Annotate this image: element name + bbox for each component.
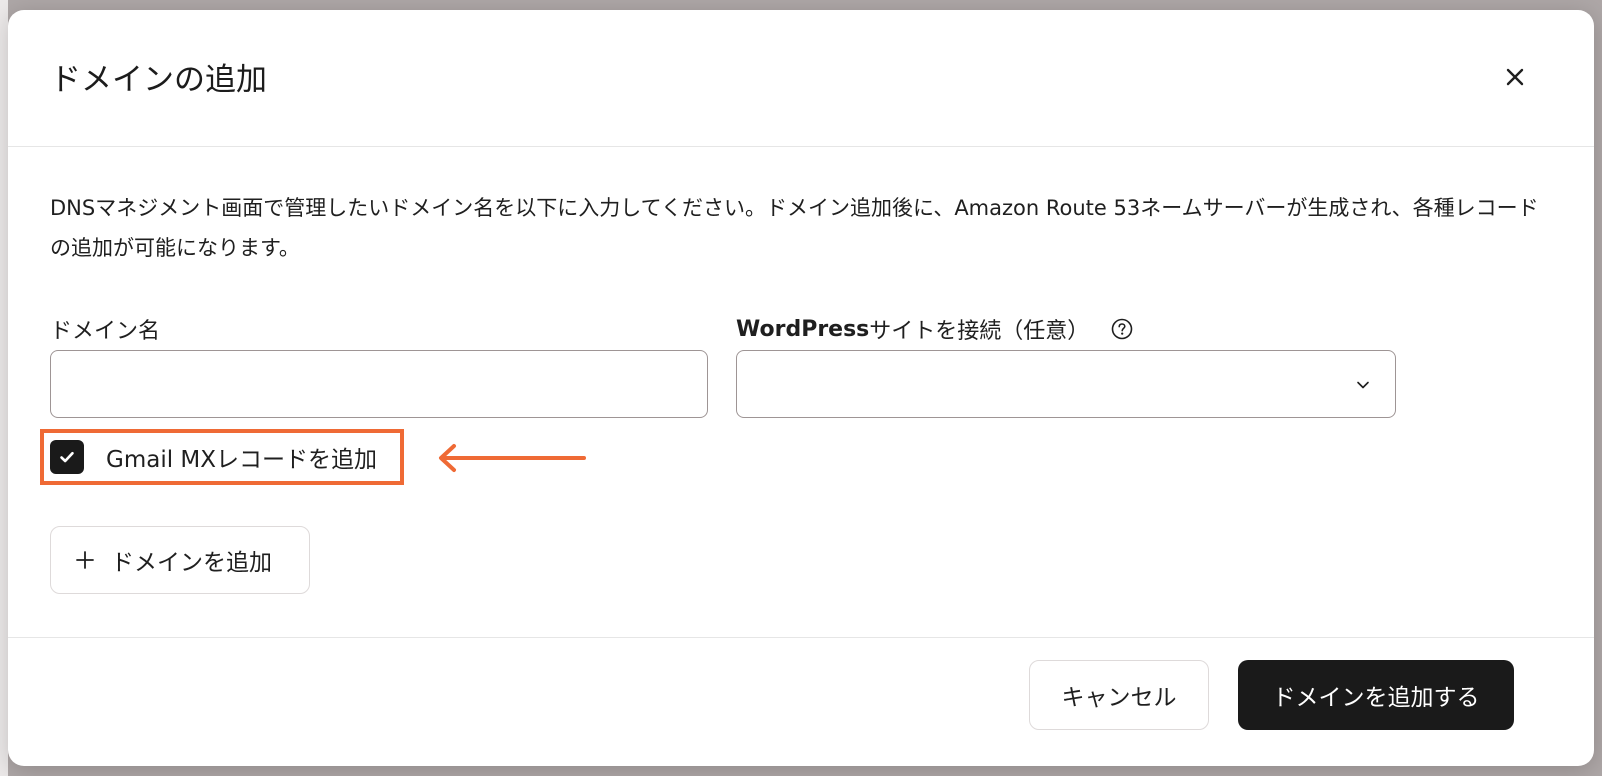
backdrop-page-edge <box>0 0 8 776</box>
gmail-mx-checkbox-row[interactable]: Gmail MXレコードを追加 <box>50 440 377 474</box>
plus-icon <box>75 550 95 570</box>
wordpress-label-suffix: サイトを接続（任意） <box>869 319 1090 344</box>
close-button[interactable] <box>1498 60 1532 94</box>
wordpress-label-prefix: WordPress <box>736 316 870 342</box>
checkmark-icon <box>60 451 74 463</box>
domain-name-input[interactable] <box>50 350 708 418</box>
question-circle-icon[interactable] <box>1111 318 1133 340</box>
domain-name-label: ドメイン名 <box>50 319 161 344</box>
dialog-footer: キャンセル ドメインを追加する <box>8 637 1594 766</box>
gmail-mx-label: Gmail MXレコードを追加 <box>106 447 378 473</box>
add-domain-row-button[interactable]: ドメインを追加 <box>50 526 310 594</box>
annotation-arrow-icon <box>439 444 586 472</box>
submit-add-domain-button[interactable]: ドメインを追加する <box>1238 660 1514 730</box>
cancel-button[interactable]: キャンセル <box>1029 660 1209 730</box>
dialog-title: ドメインの追加 <box>50 62 267 98</box>
chevron-down-icon <box>1357 381 1369 389</box>
wordpress-site-label: WordPress サイトを接続（任意） <box>736 313 1133 345</box>
add-domain-dialog: ドメインの追加 DNSマネジメント画面で管理したいドメイン名を以下に入力してくだ… <box>8 10 1594 766</box>
wordpress-site-select[interactable] <box>736 350 1396 418</box>
add-domain-row-label: ドメインを追加 <box>111 550 272 576</box>
dialog-header: ドメインの追加 <box>8 10 1594 147</box>
close-icon <box>1506 68 1524 86</box>
dialog-description: DNSマネジメント画面で管理したいドメイン名を以下に入力してください。ドメイン追… <box>50 196 1539 260</box>
gmail-mx-checkbox[interactable] <box>50 440 84 474</box>
